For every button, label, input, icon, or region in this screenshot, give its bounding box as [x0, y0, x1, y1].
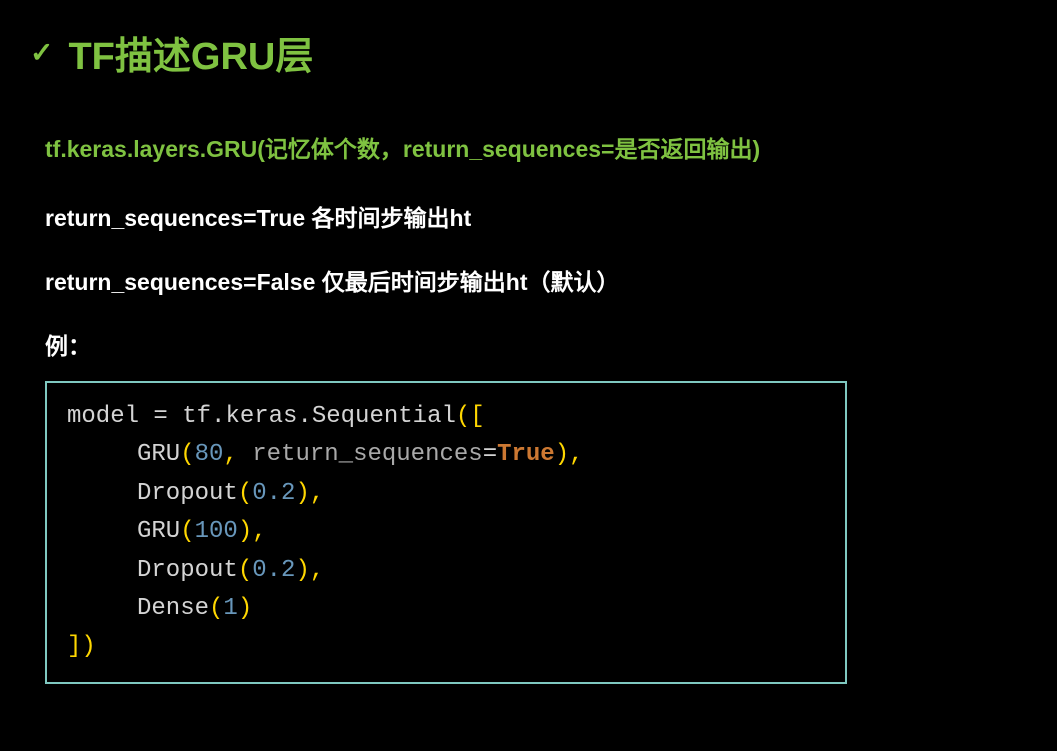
code-keyword: True	[497, 441, 555, 468]
title-section: ✓ TF描述GRU层	[30, 25, 1027, 80]
param-false-line: return_sequences=False 仅最后时间步输出ht（默认）	[45, 263, 1027, 297]
code-text: GRU	[137, 441, 180, 468]
code-paren: (	[238, 557, 252, 584]
code-line-3: Dropout(0.2),	[67, 475, 825, 513]
code-paren: ),	[238, 518, 267, 545]
code-text: Dense	[137, 595, 209, 622]
code-number: 100	[195, 518, 238, 545]
code-text: tf.keras.Sequential	[168, 403, 456, 430]
code-text: GRU	[137, 518, 180, 545]
code-number: 0.2	[252, 557, 295, 584]
code-paren: ([	[456, 403, 485, 430]
api-signature: tf.keras.layers.GRU(记忆体个数，return_sequenc…	[45, 130, 1027, 164]
code-line-7: ])	[67, 628, 825, 666]
page-title: TF描述GRU层	[68, 25, 313, 80]
code-paren: ),	[555, 441, 584, 468]
code-paren: )	[238, 595, 252, 622]
code-paren: (	[209, 595, 223, 622]
code-paren: (	[238, 480, 252, 507]
code-text: ,	[223, 441, 252, 468]
code-number: 0.2	[252, 480, 295, 507]
code-line-4: GRU(100),	[67, 513, 825, 551]
code-number: 1	[223, 595, 237, 622]
example-label: 例：	[45, 327, 1027, 361]
code-text: model	[67, 403, 153, 430]
code-text: Dropout	[137, 480, 238, 507]
code-paren: ),	[295, 480, 324, 507]
code-param: return_sequences	[252, 441, 482, 468]
code-text: Dropout	[137, 557, 238, 584]
code-text: =	[153, 403, 167, 430]
code-line-5: Dropout(0.2),	[67, 552, 825, 590]
code-block: model = tf.keras.Sequential([ GRU(80, re…	[45, 381, 847, 684]
code-paren: ])	[67, 633, 96, 660]
param-true-line: return_sequences=True 各时间步输出ht	[45, 199, 1027, 233]
checkmark-icon: ✓	[30, 36, 53, 69]
code-line-2: GRU(80, return_sequences=True),	[67, 436, 825, 474]
code-text: =	[483, 441, 497, 468]
code-line-6: Dense(1)	[67, 590, 825, 628]
content-section: tf.keras.layers.GRU(记忆体个数，return_sequenc…	[30, 130, 1027, 684]
code-number: 80	[195, 441, 224, 468]
code-paren: (	[180, 518, 194, 545]
code-paren: (	[180, 441, 194, 468]
code-paren: ),	[295, 557, 324, 584]
code-line-1: model = tf.keras.Sequential([	[67, 398, 825, 436]
